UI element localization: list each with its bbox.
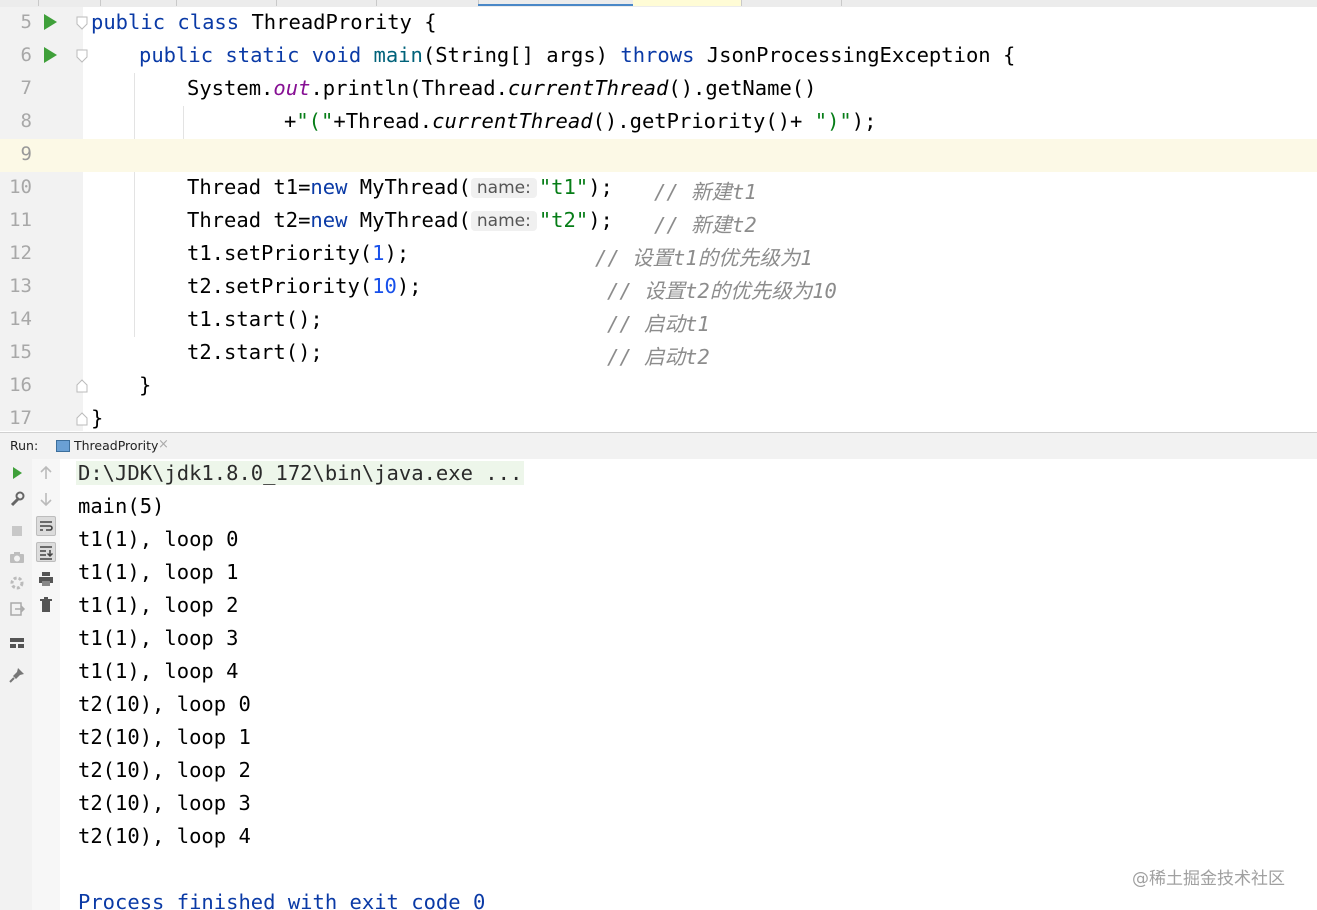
print-icon[interactable]	[37, 570, 55, 588]
trash-icon[interactable]	[37, 596, 55, 614]
line-number: 13	[9, 275, 32, 297]
layout-icon[interactable]	[8, 634, 26, 652]
editor-tab[interactable]	[376, 0, 479, 6]
code-line-current[interactable]: 9	[0, 139, 1317, 172]
line-number: 16	[9, 374, 32, 396]
console-line: t2(10), loop 4	[78, 824, 251, 848]
editor-tab[interactable]	[633, 0, 742, 6]
console-line: t2(10), loop 2	[78, 758, 251, 782]
line-number: 12	[9, 242, 32, 264]
console-command-line[interactable]: D:\JDK\jdk1.8.0_172\bin\java.exe ...	[76, 461, 525, 485]
code-text: }	[91, 406, 104, 430]
console-line: t2(10), loop 3	[78, 791, 251, 815]
close-tab-icon[interactable]: ×	[158, 437, 169, 452]
code-text: t2.setPriority(10);	[187, 274, 422, 298]
code-text: public class ThreadPrority {	[91, 10, 437, 34]
line-number: 11	[9, 209, 32, 231]
editor-tab[interactable]	[100, 0, 177, 6]
rerun-icon[interactable]	[8, 464, 26, 482]
arrow-up-icon[interactable]	[37, 464, 55, 482]
code-text: +"("+Thread.currentThread().getPriority(…	[284, 109, 877, 133]
code-line[interactable]: 17 }	[0, 403, 1317, 431]
code-comment: // 新建t1	[654, 180, 757, 204]
fold-marker-icon[interactable]	[76, 49, 88, 63]
editor-tab-selected[interactable]	[478, 0, 634, 6]
code-comment: // 新建t2	[654, 213, 757, 237]
fold-marker-icon[interactable]	[76, 16, 88, 30]
line-number: 8	[20, 110, 32, 132]
editor-tab[interactable]	[176, 0, 277, 6]
code-text: Thread t2=new MyThread(name: "t2");	[187, 208, 613, 232]
pin-icon[interactable]	[8, 666, 26, 684]
settings-icon[interactable]	[8, 574, 26, 592]
arrow-down-icon[interactable]	[37, 490, 55, 508]
code-line[interactable]: 10 Thread t1=new MyThread(name: "t1"); //…	[0, 172, 1317, 205]
console-line: main(5)	[78, 494, 165, 518]
run-panel-header: Run: ThreadPrority ×	[0, 432, 1317, 460]
code-comment: // 启动t1	[607, 312, 710, 336]
watermark: @稀土掘金技术社区	[1132, 869, 1285, 889]
console-line: t1(1), loop 1	[78, 560, 239, 584]
scroll-to-end-icon[interactable]	[36, 542, 56, 562]
camera-icon[interactable]	[8, 548, 26, 566]
console-exit-line: Process finished with exit code 0	[78, 890, 486, 910]
console-line: t2(10), loop 1	[78, 725, 251, 749]
line-number: 7	[20, 77, 32, 99]
code-text: Thread t1=new MyThread(name: "t1");	[187, 175, 613, 199]
code-text: public static void main(String[] args) t…	[139, 43, 1016, 67]
exit-icon[interactable]	[8, 600, 26, 618]
run-class-icon[interactable]	[44, 14, 57, 30]
console-line: t2(10), loop 0	[78, 692, 251, 716]
wrench-icon[interactable]	[8, 490, 26, 508]
editor-tab[interactable]	[741, 0, 842, 6]
line-number: 17	[9, 407, 32, 429]
code-line[interactable]: 8 +"("+Thread.currentThread().getPriorit…	[0, 106, 1317, 139]
editor-tab[interactable]	[0, 0, 39, 6]
run-method-icon[interactable]	[44, 47, 57, 63]
run-panel-label: Run:	[10, 438, 39, 453]
fold-end-marker-icon[interactable]	[76, 379, 88, 393]
code-line[interactable]: 12 t1.setPriority(1); // 设置t1的优先级为1	[0, 238, 1317, 271]
code-text: t1.setPriority(1);	[187, 241, 410, 265]
line-number: 9	[20, 143, 32, 165]
line-number: 5	[20, 11, 32, 33]
code-comment: // 启动t2	[607, 345, 710, 369]
code-line[interactable]: 7 System.out.println(Thread.currentThrea…	[0, 73, 1317, 106]
code-line[interactable]: 13 t2.setPriority(10); // 设置t2的优先级为10	[0, 271, 1317, 304]
console-output[interactable]: D:\JDK\jdk1.8.0_172\bin\java.exe ... mai…	[60, 459, 1317, 910]
code-comment: // 设置t2的优先级为10	[607, 279, 837, 303]
code-text: System.out.println(Thread.currentThread(…	[187, 76, 817, 100]
code-comment: // 设置t1的优先级为1	[595, 246, 813, 270]
code-line[interactable]: 16 }	[0, 370, 1317, 403]
line-number: 15	[9, 341, 32, 363]
code-line[interactable]: 15 t2.start(); // 启动t2	[0, 337, 1317, 370]
code-text: t2.start();	[187, 340, 323, 364]
code-line[interactable]: 14 t1.start(); // 启动t1	[0, 304, 1317, 337]
code-text: }	[139, 373, 152, 397]
console-tab-icon	[56, 440, 70, 452]
code-editor[interactable]: 5 public class ThreadPrority { 6 public …	[0, 7, 1317, 431]
console-toolbar	[32, 459, 60, 910]
console-line: t1(1), loop 2	[78, 593, 239, 617]
line-number: 10	[9, 176, 32, 198]
line-number: 6	[20, 44, 32, 66]
editor-tab-strip	[0, 0, 1317, 7]
stop-icon[interactable]	[8, 522, 26, 540]
editor-tab[interactable]	[276, 0, 377, 6]
run-toolbar	[0, 459, 33, 910]
editor-tab[interactable]	[38, 0, 101, 6]
console-line: t1(1), loop 4	[78, 659, 239, 683]
console-line: t1(1), loop 3	[78, 626, 239, 650]
parameter-hint: name:	[470, 211, 537, 231]
run-config-tab-label: ThreadPrority	[74, 438, 159, 453]
console-line: t1(1), loop 0	[78, 527, 239, 551]
code-line[interactable]: 5 public class ThreadPrority {	[0, 7, 1317, 40]
code-text: t1.start();	[187, 307, 323, 331]
soft-wrap-icon[interactable]	[36, 516, 56, 536]
code-line[interactable]: 6 public static void main(String[] args)…	[0, 40, 1317, 73]
line-number: 14	[9, 308, 32, 330]
parameter-hint: name:	[470, 178, 537, 198]
fold-end-marker-icon[interactable]	[76, 412, 88, 426]
code-line[interactable]: 11 Thread t2=new MyThread(name: "t2"); //…	[0, 205, 1317, 238]
